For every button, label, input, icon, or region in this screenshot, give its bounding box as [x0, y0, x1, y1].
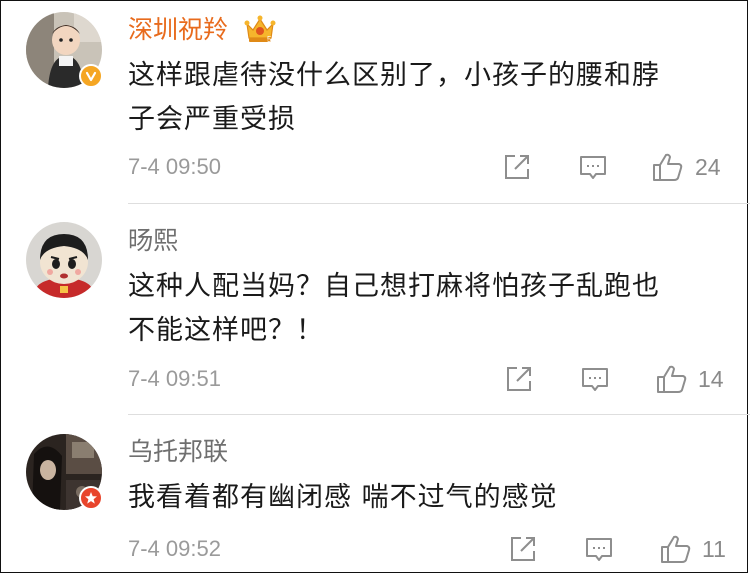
like-count: 11 — [702, 536, 726, 562]
comment-text-line: 不能这样吧？！ — [128, 315, 324, 346]
verified-badge-icon — [79, 486, 103, 510]
thumbs-up-icon — [653, 153, 683, 181]
comment-icon — [586, 538, 612, 561]
like-button[interactable] — [660, 534, 691, 564]
comment-timestamp: 7-4 09:51 — [128, 366, 221, 391]
comment-text: 这样跟虐待没什么区别了，小孩子的腰和脖 子会严重受损 — [128, 54, 660, 142]
share-button[interactable] — [502, 152, 532, 182]
like-count: 24 — [695, 154, 721, 180]
thumbs-up-icon — [661, 535, 691, 563]
comment-text: 这种人配当妈？自己想打麻将怕孩子乱跑也 不能这样吧？！ — [128, 265, 660, 353]
comment-text: 我看着都有幽闭感 喘不过气的感觉 — [128, 476, 558, 520]
share-button[interactable] — [508, 534, 538, 564]
username[interactable]: 旸熙 — [128, 225, 178, 257]
comment-text-line: 这种人配当妈？自己想打麻将怕孩子乱跑也 — [128, 271, 660, 302]
comment-timestamp: 7-4 09:50 — [128, 154, 221, 179]
like-button[interactable] — [656, 364, 687, 394]
like-button[interactable] — [652, 152, 683, 182]
comment-icon — [580, 156, 606, 179]
comment-text-line: 我看着都有幽闭感 喘不过气的感觉 — [128, 482, 558, 513]
share-icon — [511, 537, 535, 561]
verified-badge-icon — [79, 64, 103, 88]
thumbs-up-icon — [657, 365, 687, 393]
share-icon — [505, 155, 529, 179]
comment-text-line: 子会严重受损 — [128, 104, 296, 135]
comment-text-line: 这样跟虐待没什么区别了，小孩子的腰和脖 — [128, 60, 660, 91]
comment-button[interactable] — [584, 534, 614, 564]
divider — [128, 414, 750, 415]
comment-button[interactable] — [580, 364, 610, 394]
svg-text:5: 5 — [267, 35, 272, 44]
share-icon — [507, 367, 531, 391]
comment-icon — [582, 368, 608, 391]
avatar[interactable] — [26, 222, 102, 298]
share-button[interactable] — [504, 364, 534, 394]
username[interactable]: 乌托邦联 — [128, 436, 228, 468]
username[interactable]: 深圳祝羚 — [128, 14, 228, 46]
divider — [128, 203, 750, 204]
comment-timestamp: 7-4 09:52 — [128, 536, 221, 561]
crown-icon: 5 — [244, 14, 276, 48]
like-count: 14 — [698, 366, 724, 392]
comment-button[interactable] — [578, 152, 608, 182]
